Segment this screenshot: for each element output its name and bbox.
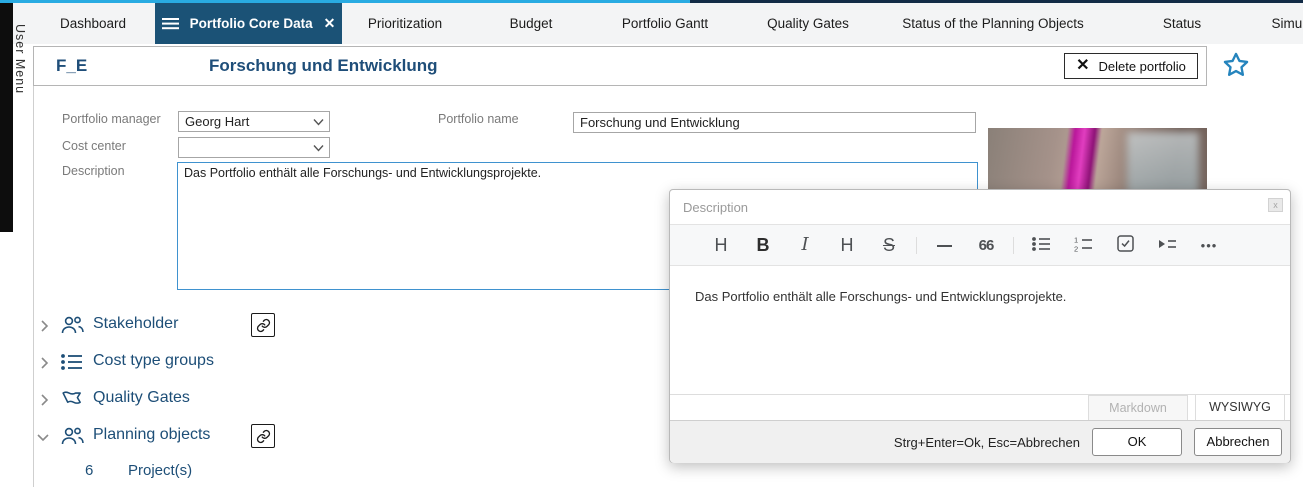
tab-portfolio-core-data[interactable]: Portfolio Core Data ✕ <box>155 3 342 44</box>
blockquote-button[interactable]: 66 <box>965 238 1007 253</box>
toolbar-divider <box>916 237 917 254</box>
tab-wysiwyg[interactable]: WYSIWYG <box>1195 394 1285 422</box>
italic-button[interactable]: I <box>784 236 826 254</box>
cancel-button[interactable]: Abbrechen <box>1194 428 1282 456</box>
tab-close-icon[interactable]: ✕ <box>324 15 336 32</box>
tab-quality-gates[interactable]: Quality Gates <box>736 3 880 44</box>
modal-close-icon[interactable]: x <box>1268 198 1283 212</box>
tab-status[interactable]: Status <box>1106 3 1258 44</box>
numbered-list-button[interactable]: 1 2 <box>1062 236 1104 255</box>
tab-dashboard[interactable]: Dashboard <box>30 3 156 44</box>
indent-button[interactable] <box>1146 236 1188 255</box>
svg-text:1: 1 <box>1074 236 1078 245</box>
more-options-button[interactable]: ••• <box>1188 239 1230 252</box>
portfolio-manager-value: Georg Hart <box>185 114 249 129</box>
bold-button[interactable]: B <box>742 236 784 254</box>
people-icon <box>59 314 85 336</box>
main-nav: Dashboard Portfolio Core Data ✕ Prioriti… <box>0 3 1303 44</box>
heading-button[interactable]: H <box>700 236 742 254</box>
link-icon <box>256 429 271 444</box>
tab-budget[interactable]: Budget <box>468 3 594 44</box>
description-label: Description <box>62 164 125 178</box>
tab-portfolio-core-data-label: Portfolio Core Data <box>190 16 313 31</box>
hamburger-icon[interactable] <box>162 17 179 30</box>
list-icon <box>59 351 85 373</box>
tab-simulation[interactable]: Simulation <box>1242 3 1303 44</box>
ok-button[interactable]: OK <box>1092 428 1182 456</box>
content-left-border <box>33 46 34 487</box>
description-editor-modal: Description x H B I H S 66 1 2 <box>669 189 1291 463</box>
chevron-right-icon[interactable] <box>40 320 49 332</box>
tab-portfolio-gantt[interactable]: Portfolio Gantt <box>594 3 736 44</box>
section-quality-gates[interactable]: Quality Gates <box>33 388 663 412</box>
portfolio-manager-label: Portfolio manager <box>62 112 161 126</box>
image-background-highlight <box>1127 132 1199 196</box>
modal-footer: Strg+Enter=Ok, Esc=Abbrechen OK Abbreche… <box>670 420 1290 463</box>
modal-title: Description <box>683 200 748 215</box>
flag-icon <box>59 388 85 410</box>
people-icon <box>59 425 85 447</box>
editor-mode-tabs: Markdown WYSIWYG <box>670 394 1290 420</box>
heading2-button[interactable]: H <box>826 236 868 254</box>
chevron-right-icon[interactable] <box>40 357 49 369</box>
editor-body-text: Das Portfolio enthält alle Forschungs- u… <box>695 289 1066 304</box>
horizontal-rule-button[interactable] <box>923 236 965 254</box>
project-count: 6 <box>85 462 93 479</box>
user-menu-handle[interactable] <box>0 3 13 232</box>
portfolio-name-input[interactable] <box>573 112 976 133</box>
user-menu-label[interactable]: User Menu <box>13 24 27 94</box>
chevron-down-icon[interactable] <box>37 433 49 442</box>
delete-x-icon: ✕ <box>1076 58 1089 74</box>
link-icon <box>256 318 271 333</box>
section-cost-type-groups[interactable]: Cost type groups <box>33 351 663 375</box>
section-label-stakeholder: Stakeholder <box>93 315 178 333</box>
cost-center-label: Cost center <box>62 139 126 153</box>
delete-portfolio-button[interactable]: ✕ Delete portfolio <box>1064 53 1198 79</box>
section-planning-objects[interactable]: Planning objects <box>33 425 663 449</box>
editor-body[interactable]: Das Portfolio enthält alle Forschungs- u… <box>670 267 1290 394</box>
chevron-down-icon <box>313 144 324 152</box>
portfolio-core-data-page: Dashboard Portfolio Core Data ✕ Prioriti… <box>0 0 1303 487</box>
favorite-star-icon[interactable] <box>1222 51 1250 79</box>
svg-text:2: 2 <box>1074 244 1078 252</box>
delete-portfolio-label: Delete portfolio <box>1098 59 1185 74</box>
project-count-label[interactable]: Project(s) <box>128 462 192 479</box>
tab-markdown[interactable]: Markdown <box>1088 395 1188 421</box>
page-title: Forschung und Entwicklung <box>209 56 438 76</box>
section-label-cost-type-groups: Cost type groups <box>93 352 214 370</box>
portfolio-manager-select[interactable]: Georg Hart <box>178 111 330 132</box>
stakeholder-link-button[interactable] <box>251 313 275 337</box>
portfolio-header: F_E Forschung und Entwicklung ✕ Delete p… <box>33 46 1207 86</box>
keyboard-hint: Strg+Enter=Ok, Esc=Abbrechen <box>894 435 1080 450</box>
tab-prioritization[interactable]: Prioritization <box>342 3 468 44</box>
task-checkbox-button[interactable] <box>1104 235 1146 255</box>
portfolio-name-label: Portfolio name <box>438 112 519 126</box>
toolbar-divider <box>1013 237 1014 254</box>
tab-status-planning-objects[interactable]: Status of the Planning Objects <box>880 3 1106 44</box>
section-label-planning-objects: Planning objects <box>93 426 210 444</box>
chevron-right-icon[interactable] <box>40 394 49 406</box>
chevron-down-icon <box>313 118 324 126</box>
editor-toolbar: H B I H S 66 1 2 <box>670 224 1290 266</box>
portfolio-code: F_E <box>56 56 87 76</box>
bullet-list-button[interactable] <box>1020 236 1062 255</box>
cost-center-select[interactable] <box>178 137 330 158</box>
planning-objects-link-button[interactable] <box>251 424 275 448</box>
section-label-quality-gates: Quality Gates <box>93 389 190 407</box>
section-stakeholder[interactable]: Stakeholder <box>33 314 663 338</box>
strikethrough-button[interactable]: S <box>868 236 910 254</box>
